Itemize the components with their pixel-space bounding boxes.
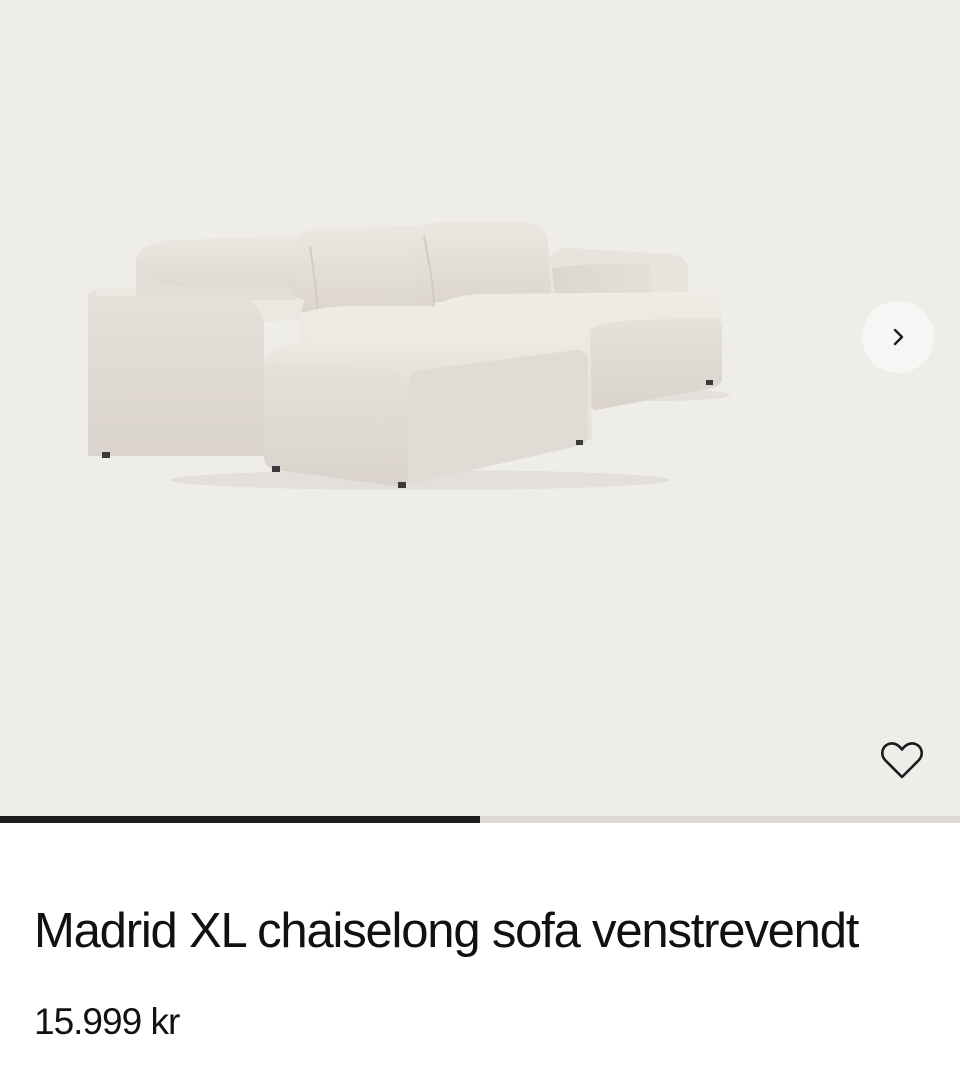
product-gallery[interactable] <box>0 0 960 816</box>
product-price: 15.999 kr <box>34 1001 180 1042</box>
chevron-right-icon <box>893 328 904 346</box>
gallery-progress-fill <box>0 816 480 823</box>
wishlist-button[interactable] <box>876 736 928 784</box>
sofa-product-image <box>88 222 730 490</box>
gallery-progress-bar <box>0 816 960 823</box>
product-title: Madrid XL chaiselong sofa venstrevendt <box>34 904 859 958</box>
heart-outline-icon <box>881 742 923 779</box>
next-image-button[interactable] <box>862 301 934 373</box>
